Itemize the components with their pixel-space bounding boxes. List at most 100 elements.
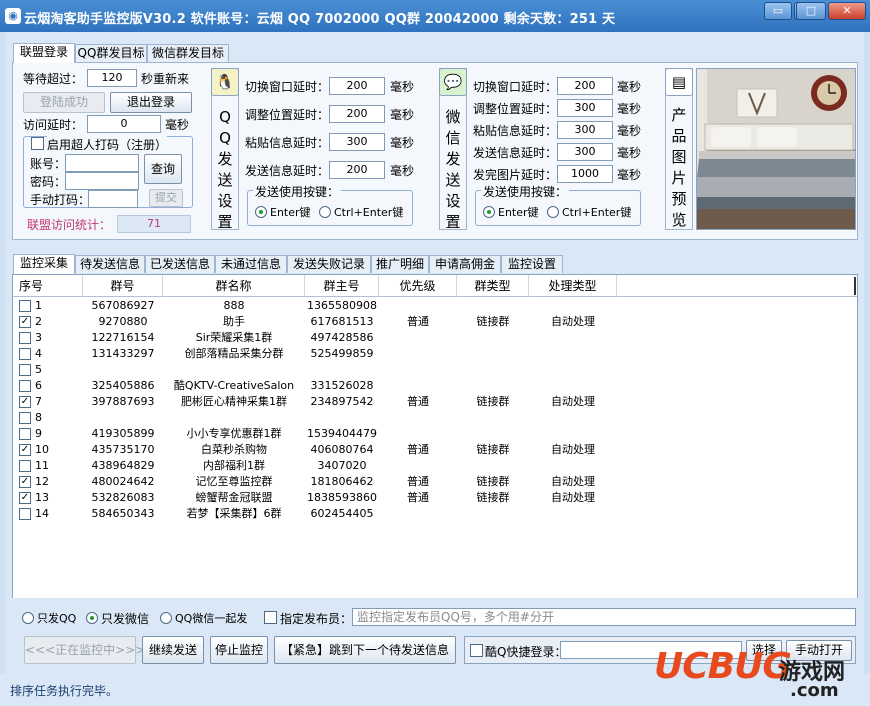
cell-handle: [529, 298, 617, 314]
account-input[interactable]: [65, 154, 139, 172]
logout-button[interactable]: 退出登录: [110, 92, 192, 113]
row-checkbox[interactable]: ✓: [19, 396, 31, 408]
table-row[interactable]: 11 438964829 内部福利1群 3407020: [13, 458, 857, 474]
col-header-type[interactable]: 群类型: [457, 275, 529, 297]
cell-no: 10: [35, 443, 49, 456]
table-row[interactable]: ✓ 7 397887693 肥彬匠心精神采集1群 234897542 普通 链接群 自动处理: [13, 394, 857, 410]
row-checkbox[interactable]: [19, 300, 31, 312]
cell-type: [457, 346, 529, 362]
row-checkbox[interactable]: [19, 380, 31, 392]
cell-handle: 自动处理: [551, 443, 595, 456]
tab-high-commission[interactable]: 申请高佣金: [429, 255, 501, 273]
table-row[interactable]: ✓ 2 9270880 助手 617681513 普通 链接群 自动处理: [13, 314, 857, 330]
quick-login-checkbox[interactable]: [470, 644, 483, 657]
table-row[interactable]: 6 325405886 酷QKTV-CreativeSalon 331526028: [13, 378, 857, 394]
table-row[interactable]: ✓ 10 435735170 白菜秒杀购物 406080764 普通 链接群 自动处理: [13, 442, 857, 458]
col-header-name[interactable]: 群名称: [163, 275, 305, 297]
login-success-button[interactable]: 登陆成功: [23, 92, 105, 113]
tab-monitor-settings[interactable]: 监控设置: [501, 255, 563, 273]
tab-qq-targets[interactable]: QQ群发目标: [75, 44, 147, 62]
table-row[interactable]: ✓ 13 532826083 螃蟹帮金冠联盟 1838593860 普通 链接群 自动处理: [13, 490, 857, 506]
wx-row-4-input[interactable]: 300: [557, 143, 613, 161]
cell-type: 链接群: [476, 491, 510, 504]
table-row[interactable]: 14 584650343 若梦【采集群】6群 602454405: [13, 506, 857, 522]
qq-row-1-input[interactable]: 200: [329, 77, 385, 95]
tab-sent-messages[interactable]: 已发送信息: [145, 255, 215, 273]
tab-wechat-targets[interactable]: 微信群发目标: [147, 44, 229, 62]
radio-both[interactable]: [160, 612, 172, 624]
cell-priority: [379, 298, 457, 314]
qq-row-3-input[interactable]: 300: [329, 133, 385, 151]
password-input[interactable]: [65, 172, 139, 190]
row-checkbox[interactable]: [19, 428, 31, 440]
row-checkbox[interactable]: ✓: [19, 316, 31, 328]
row-checkbox[interactable]: [19, 364, 31, 376]
cell-no: 9: [35, 427, 42, 440]
tab-promo-details[interactable]: 推广明细: [371, 255, 429, 273]
wx-row-1-input[interactable]: 200: [557, 77, 613, 95]
cell-type: [457, 426, 529, 442]
table-row[interactable]: 8: [13, 410, 857, 426]
table-row[interactable]: 4 131433297 创部落精品采集分群 525499859: [13, 346, 857, 362]
tab-pending-messages[interactable]: 待发送信息: [75, 255, 145, 273]
group-table[interactable]: 序号 群号 群名称 群主号 优先级 群类型 处理类型 1 567086927 888…: [12, 274, 858, 628]
access-delay-input[interactable]: 0: [87, 115, 161, 133]
monitoring-status-button[interactable]: <<<正在监控中>>>: [24, 636, 145, 664]
radio-only-wechat[interactable]: [86, 612, 98, 624]
row-checkbox[interactable]: [19, 348, 31, 360]
stop-monitor-button[interactable]: 停止监控: [210, 636, 268, 664]
table-row[interactable]: 5: [13, 362, 857, 378]
maximize-button[interactable]: □: [796, 2, 826, 20]
table-row[interactable]: ✓ 12 480024642 记忆至尊监控群 181806462 普通 链接群 自动处理: [13, 474, 857, 490]
col-header-priority[interactable]: 优先级: [379, 275, 457, 297]
query-button[interactable]: 查询: [144, 154, 182, 184]
assign-publisher-checkbox[interactable]: [264, 611, 277, 624]
tab-send-failures[interactable]: 发送失败记录: [287, 255, 371, 273]
col-header-handle[interactable]: 处理类型: [529, 275, 617, 297]
password-label: 密码：: [30, 175, 67, 189]
tab-monitor-collect[interactable]: 监控采集: [13, 254, 75, 274]
wx-row-5-input[interactable]: 1000: [557, 165, 613, 183]
table-row[interactable]: 9 419305899 小小专享优惠群1群 1539404479: [13, 426, 857, 442]
wx-row-2-input[interactable]: 300: [557, 99, 613, 117]
continue-send-button[interactable]: 继续发送: [142, 636, 204, 664]
row-checkbox[interactable]: [19, 412, 31, 424]
cell-no: 7: [35, 395, 42, 408]
row-checkbox[interactable]: ✓: [19, 444, 31, 456]
qq-row-2-unit: 毫秒: [390, 108, 415, 122]
cell-owner: 234897542: [310, 395, 374, 408]
row-checkbox[interactable]: ✓: [19, 476, 31, 488]
col-header-no[interactable]: 序号: [13, 275, 83, 297]
qq-row-2-input[interactable]: 200: [329, 105, 385, 123]
row-checkbox[interactable]: [19, 460, 31, 472]
col-header-owner[interactable]: 群主号: [305, 275, 379, 297]
row-checkbox[interactable]: ✓: [19, 492, 31, 504]
submit-button[interactable]: 提交: [149, 189, 183, 207]
tab-union-login[interactable]: 联盟登录: [13, 43, 75, 63]
assign-publisher-input[interactable]: 监控指定发布员QQ号，多个用#分开: [352, 608, 856, 626]
cell-priority: 普通: [407, 475, 429, 488]
restore-icon[interactable]: ▭: [764, 2, 792, 20]
cell-priority: [379, 426, 457, 442]
close-button[interactable]: ✕: [828, 2, 866, 20]
table-row[interactable]: 3 122716154 Sir荣耀采集1群 497428586: [13, 330, 857, 346]
tab-rejected-messages[interactable]: 未通过信息: [215, 255, 287, 273]
row-checkbox[interactable]: [19, 332, 31, 344]
wx-row-3-input[interactable]: 300: [557, 121, 613, 139]
radio-only-qq[interactable]: [22, 612, 34, 624]
col-header-group[interactable]: 群号: [83, 275, 163, 297]
captcha-enable-checkbox[interactable]: [31, 137, 44, 150]
row-checkbox[interactable]: [19, 508, 31, 520]
urgent-next-button[interactable]: 【紧急】跳到下一个待发送信息: [274, 636, 456, 664]
qq-row-4-input[interactable]: 200: [329, 161, 385, 179]
qq-enter-radio[interactable]: [255, 206, 267, 218]
wait-input[interactable]: 120: [87, 69, 137, 87]
manual-captcha-input[interactable]: [88, 190, 138, 208]
cell-handle: [529, 346, 617, 362]
qq-ctrl-enter-radio[interactable]: [319, 206, 331, 218]
wx-ctrl-enter-radio[interactable]: [547, 206, 559, 218]
cell-name: 小小专享优惠群1群: [186, 427, 282, 440]
cell-handle: [529, 458, 617, 474]
wx-enter-radio[interactable]: [483, 206, 495, 218]
table-row[interactable]: 1 567086927 888 1365580908: [13, 298, 857, 314]
